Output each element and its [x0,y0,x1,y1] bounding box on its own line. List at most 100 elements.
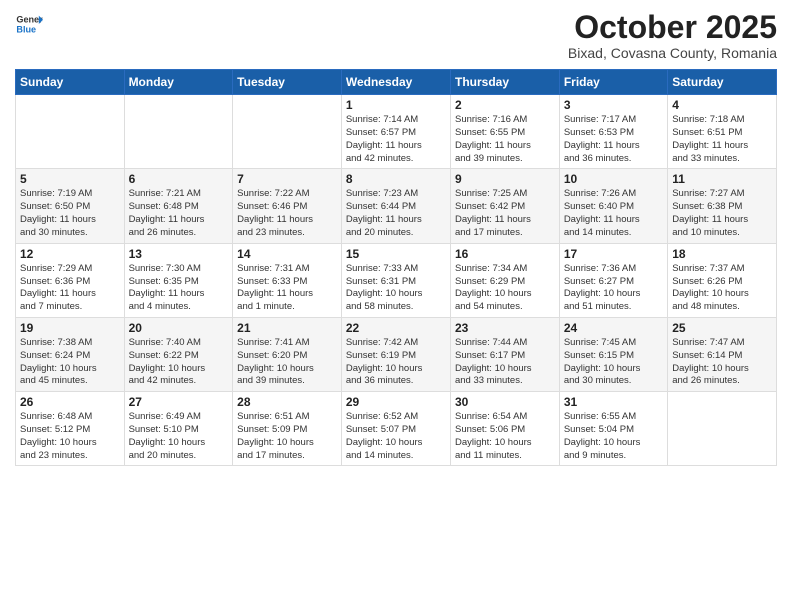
day-number: 15 [346,247,446,261]
calendar-cell: 18Sunrise: 7:37 AM Sunset: 6:26 PM Dayli… [668,243,777,317]
weekday-header-sunday: Sunday [16,70,125,95]
day-number: 8 [346,172,446,186]
calendar-cell: 3 Sunrise: 7:17 AM Sunset: 6:53 PM Daylig… [559,95,667,169]
day-number: 2 [455,98,555,112]
calendar-cell: 5 Sunrise: 7:19 AM Sunset: 6:50 PM Daylig… [16,169,125,243]
day-number: 1 [346,98,446,112]
month-title: October 2025 [568,10,777,45]
day-info: Sunrise: 7:45 AM Sunset: 6:15 PM Dayligh… [564,337,663,388]
calendar-cell: 27 Sunrise: 6:49 AM Sunset: 5:10 PM Dayli… [124,392,233,466]
day-number: 10 [564,172,663,186]
day-info: Sunrise: 6:49 AM Sunset: 5:10 PM Dayligh… [129,411,229,462]
calendar-cell: 28 Sunrise: 6:51 AM Sunset: 5:09 PM Dayli… [233,392,342,466]
day-info: Sunrise: 7:42 AM Sunset: 6:19 PM Dayligh… [346,337,446,388]
calendar-cell: 20 Sunrise: 7:40 AM Sunset: 6:22 PM Dayli… [124,317,233,391]
day-number: 11 [672,172,772,186]
logo: General Blue [15,10,43,38]
location-subtitle: Bixad, Covasna County, Romania [568,45,777,61]
day-number: 29 [346,395,446,409]
day-info: Sunrise: 7:30 AM Sunset: 6:35 PM Dayligh… [129,263,229,314]
day-info: Sunrise: 7:44 AM Sunset: 6:17 PM Dayligh… [455,337,555,388]
day-info: Sunrise: 7:37 AM Sunset: 6:26 PM Dayligh… [672,263,772,314]
calendar-cell: 15 Sunrise: 7:33 AM Sunset: 6:31 PM Dayli… [341,243,450,317]
day-info: Sunrise: 7:25 AM Sunset: 6:42 PM Dayligh… [455,188,555,239]
calendar-cell: 31Sunrise: 6:55 AM Sunset: 5:04 PM Dayli… [559,392,667,466]
calendar-cell [233,95,342,169]
day-info: Sunrise: 6:55 AM Sunset: 5:04 PM Dayligh… [564,411,663,462]
calendar-cell: 21 Sunrise: 7:41 AM Sunset: 6:20 PM Dayli… [233,317,342,391]
day-info: Sunrise: 7:21 AM Sunset: 6:48 PM Dayligh… [129,188,229,239]
day-number: 26 [20,395,120,409]
calendar-cell: 23 Sunrise: 7:44 AM Sunset: 6:17 PM Dayli… [450,317,559,391]
calendar-cell: 4 Sunrise: 7:18 AM Sunset: 6:51 PM Daylig… [668,95,777,169]
calendar-cell: 14 Sunrise: 7:31 AM Sunset: 6:33 PM Dayli… [233,243,342,317]
calendar-week-row: 5 Sunrise: 7:19 AM Sunset: 6:50 PM Daylig… [16,169,777,243]
calendar-cell [16,95,125,169]
calendar-cell: 2 Sunrise: 7:16 AM Sunset: 6:55 PM Daylig… [450,95,559,169]
weekday-header-thursday: Thursday [450,70,559,95]
day-number: 6 [129,172,229,186]
weekday-header-friday: Friday [559,70,667,95]
calendar-header-row: SundayMondayTuesdayWednesdayThursdayFrid… [16,70,777,95]
page-header: General Blue October 2025 Bixad, Covasna… [15,10,777,61]
calendar-table: SundayMondayTuesdayWednesdayThursdayFrid… [15,69,777,466]
day-info: Sunrise: 7:14 AM Sunset: 6:57 PM Dayligh… [346,114,446,165]
day-info: Sunrise: 6:48 AM Sunset: 5:12 PM Dayligh… [20,411,120,462]
day-info: Sunrise: 7:23 AM Sunset: 6:44 PM Dayligh… [346,188,446,239]
calendar-cell: 29 Sunrise: 6:52 AM Sunset: 5:07 PM Dayli… [341,392,450,466]
calendar-cell: 7 Sunrise: 7:22 AM Sunset: 6:46 PM Daylig… [233,169,342,243]
day-info: Sunrise: 7:33 AM Sunset: 6:31 PM Dayligh… [346,263,446,314]
day-number: 27 [129,395,229,409]
day-info: Sunrise: 7:27 AM Sunset: 6:38 PM Dayligh… [672,188,772,239]
calendar-week-row: 12Sunrise: 7:29 AM Sunset: 6:36 PM Dayli… [16,243,777,317]
day-number: 5 [20,172,120,186]
day-info: Sunrise: 6:54 AM Sunset: 5:06 PM Dayligh… [455,411,555,462]
calendar-cell: 19Sunrise: 7:38 AM Sunset: 6:24 PM Dayli… [16,317,125,391]
calendar-week-row: 26 Sunrise: 6:48 AM Sunset: 5:12 PM Dayli… [16,392,777,466]
day-info: Sunrise: 7:19 AM Sunset: 6:50 PM Dayligh… [20,188,120,239]
day-number: 16 [455,247,555,261]
day-info: Sunrise: 7:36 AM Sunset: 6:27 PM Dayligh… [564,263,663,314]
day-number: 7 [237,172,337,186]
calendar-cell: 8 Sunrise: 7:23 AM Sunset: 6:44 PM Daylig… [341,169,450,243]
calendar-cell [668,392,777,466]
day-number: 13 [129,247,229,261]
day-info: Sunrise: 7:47 AM Sunset: 6:14 PM Dayligh… [672,337,772,388]
calendar-cell: 12Sunrise: 7:29 AM Sunset: 6:36 PM Dayli… [16,243,125,317]
day-info: Sunrise: 7:18 AM Sunset: 6:51 PM Dayligh… [672,114,772,165]
calendar-cell: 22Sunrise: 7:42 AM Sunset: 6:19 PM Dayli… [341,317,450,391]
day-info: Sunrise: 7:31 AM Sunset: 6:33 PM Dayligh… [237,263,337,314]
day-number: 14 [237,247,337,261]
calendar-cell: 9 Sunrise: 7:25 AM Sunset: 6:42 PM Daylig… [450,169,559,243]
day-info: Sunrise: 6:51 AM Sunset: 5:09 PM Dayligh… [237,411,337,462]
day-number: 20 [129,321,229,335]
day-number: 25 [672,321,772,335]
calendar-cell [124,95,233,169]
day-number: 3 [564,98,663,112]
calendar-cell: 17Sunrise: 7:36 AM Sunset: 6:27 PM Dayli… [559,243,667,317]
day-info: Sunrise: 7:17 AM Sunset: 6:53 PM Dayligh… [564,114,663,165]
day-info: Sunrise: 6:52 AM Sunset: 5:07 PM Dayligh… [346,411,446,462]
calendar-cell: 30Sunrise: 6:54 AM Sunset: 5:06 PM Dayli… [450,392,559,466]
weekday-header-monday: Monday [124,70,233,95]
day-info: Sunrise: 7:34 AM Sunset: 6:29 PM Dayligh… [455,263,555,314]
day-number: 9 [455,172,555,186]
day-info: Sunrise: 7:26 AM Sunset: 6:40 PM Dayligh… [564,188,663,239]
calendar-cell: 24Sunrise: 7:45 AM Sunset: 6:15 PM Dayli… [559,317,667,391]
day-info: Sunrise: 7:41 AM Sunset: 6:20 PM Dayligh… [237,337,337,388]
calendar-cell: 26 Sunrise: 6:48 AM Sunset: 5:12 PM Dayli… [16,392,125,466]
day-number: 28 [237,395,337,409]
svg-text:Blue: Blue [16,24,36,34]
day-info: Sunrise: 7:16 AM Sunset: 6:55 PM Dayligh… [455,114,555,165]
calendar-week-row: 1 Sunrise: 7:14 AM Sunset: 6:57 PM Daylig… [16,95,777,169]
calendar-week-row: 19Sunrise: 7:38 AM Sunset: 6:24 PM Dayli… [16,317,777,391]
day-info: Sunrise: 7:40 AM Sunset: 6:22 PM Dayligh… [129,337,229,388]
day-info: Sunrise: 7:29 AM Sunset: 6:36 PM Dayligh… [20,263,120,314]
day-number: 4 [672,98,772,112]
calendar-cell: 1 Sunrise: 7:14 AM Sunset: 6:57 PM Daylig… [341,95,450,169]
day-number: 23 [455,321,555,335]
day-info: Sunrise: 7:38 AM Sunset: 6:24 PM Dayligh… [20,337,120,388]
day-info: Sunrise: 7:22 AM Sunset: 6:46 PM Dayligh… [237,188,337,239]
calendar-cell: 11 Sunrise: 7:27 AM Sunset: 6:38 PM Dayli… [668,169,777,243]
day-number: 21 [237,321,337,335]
